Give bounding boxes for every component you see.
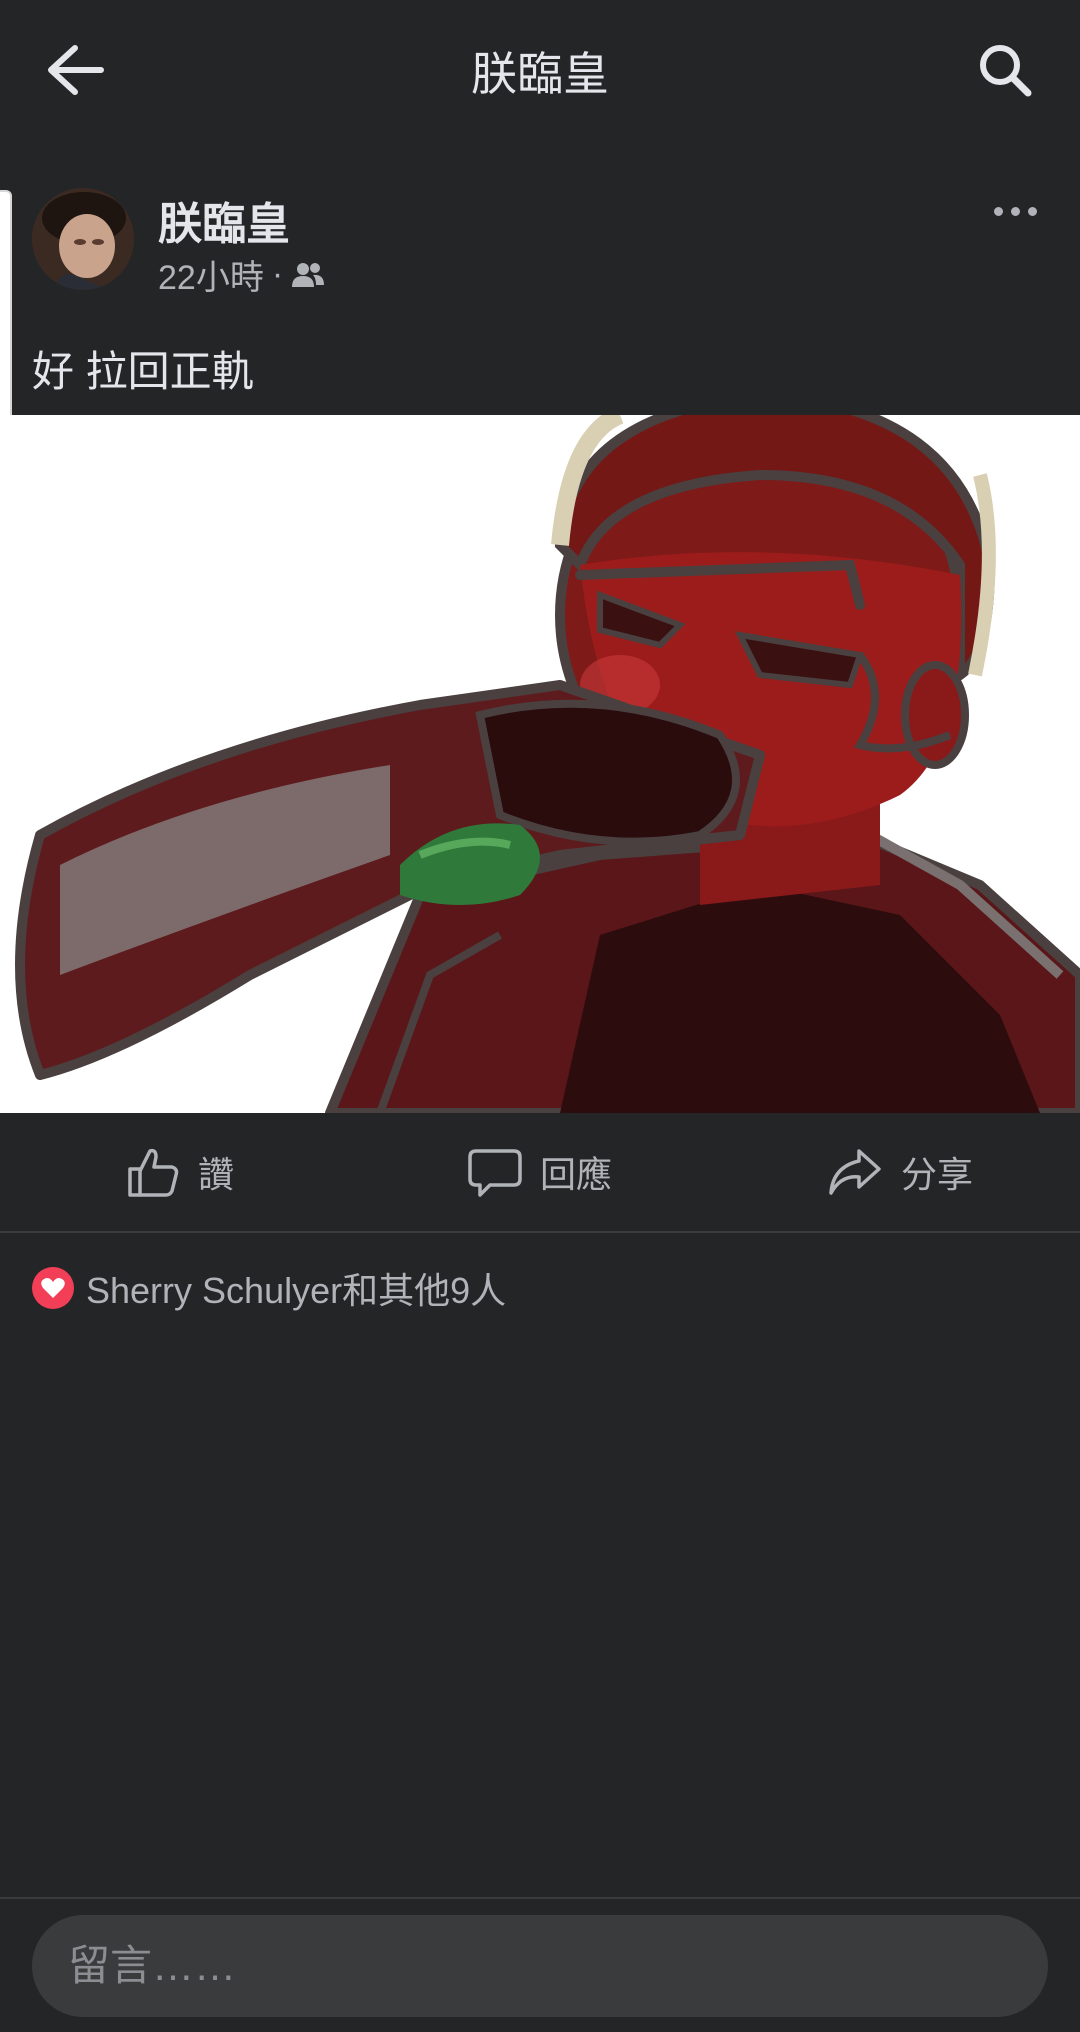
page-title: 朕臨皇: [471, 48, 609, 100]
like-button[interactable]: 讚: [0, 1113, 360, 1231]
avatar[interactable]: [32, 188, 134, 290]
more-options-button[interactable]: [980, 186, 1050, 236]
post-meta: 22小時 ·: [158, 250, 325, 299]
action-bar: 讚 回應 分享: [0, 1113, 1080, 1233]
friends-icon: [292, 262, 325, 287]
thumbs-up-icon: [128, 1148, 179, 1197]
comment-bar: [0, 1897, 1080, 2032]
heart-icon: [32, 1267, 74, 1309]
post-time[interactable]: 22小時: [158, 250, 264, 299]
post-page: 朕臨皇 朕臨皇 22小時 · 好 拉回正軌 讚 回應 分享 Sherry Sch…: [0, 0, 1080, 2032]
meta-separator: ·: [271, 255, 284, 293]
author-name[interactable]: 朕臨皇: [158, 188, 290, 252]
comment-button[interactable]: 回應: [360, 1113, 720, 1231]
like-label: 讚: [197, 1154, 234, 1195]
post-header: 朕臨皇 22小時 ·: [0, 180, 1080, 300]
comment-label: 回應: [539, 1154, 612, 1195]
post-text: 好 拉回正軌: [32, 348, 254, 395]
share-button[interactable]: 分享: [720, 1113, 1080, 1231]
reactions-summary[interactable]: Sherry Schulyer和其他9人: [32, 1262, 506, 1314]
search-button[interactable]: [960, 30, 1050, 110]
comment-icon: [468, 1149, 522, 1197]
reactions-text: Sherry Schulyer和其他9人: [86, 1270, 507, 1311]
more-dot-icon: [1010, 206, 1020, 216]
comment-input[interactable]: [32, 1915, 1048, 2017]
search-icon: [980, 45, 1032, 97]
more-dot-icon: [993, 206, 1003, 216]
post-image[interactable]: [0, 415, 1080, 1113]
share-label: 分享: [900, 1154, 973, 1195]
top-bar: 朕臨皇: [0, 0, 1080, 140]
more-dot-icon: [1027, 206, 1037, 216]
share-icon: [829, 1149, 881, 1195]
